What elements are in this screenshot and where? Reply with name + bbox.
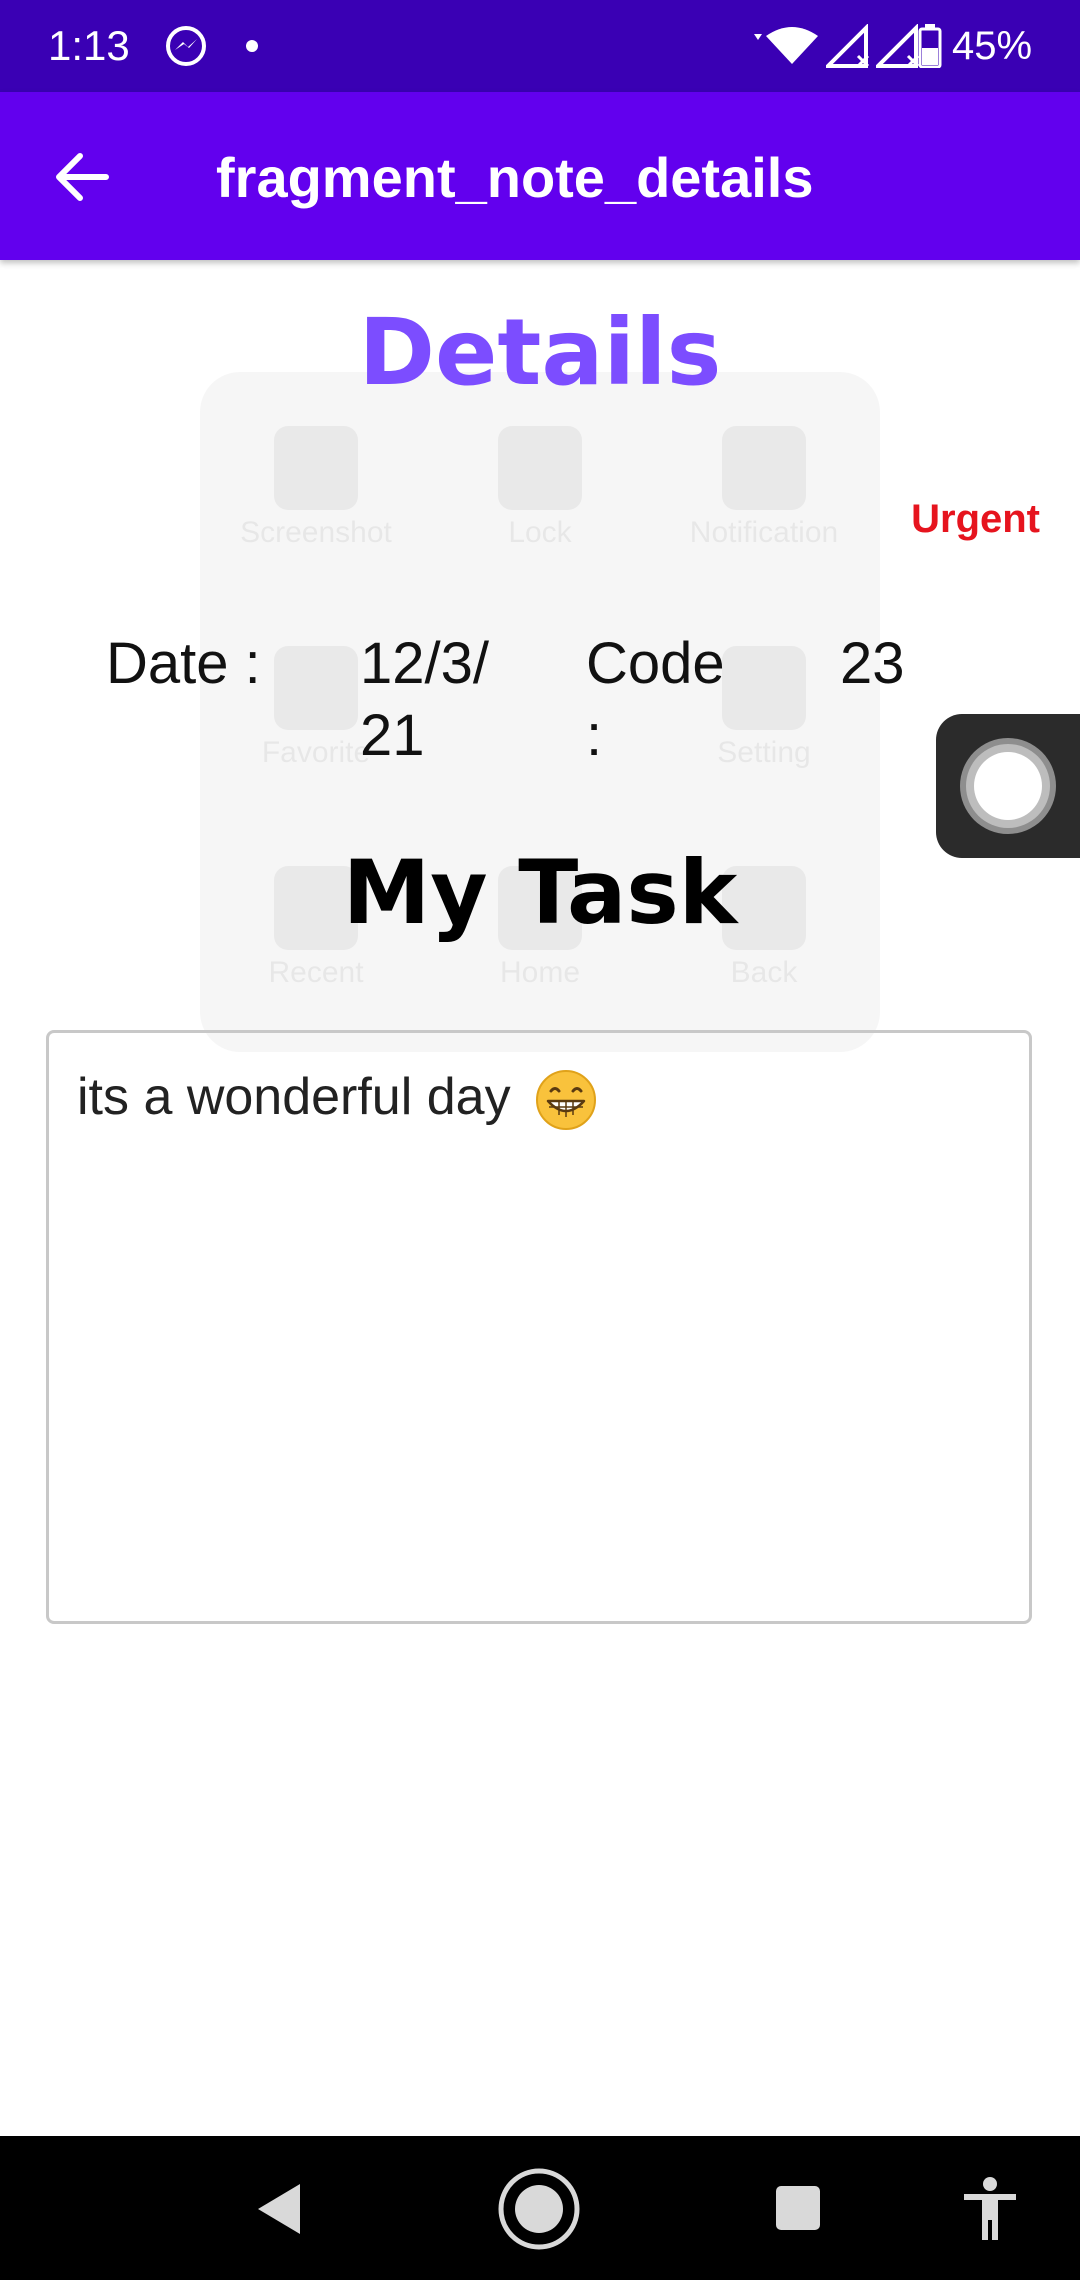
- date-value: 12/3/21: [360, 631, 489, 768]
- wifi-icon: [754, 27, 818, 64]
- ring-icon: [960, 738, 1056, 834]
- app-bar-title: fragment_note_details: [216, 146, 814, 209]
- code-label: Code :: [586, 631, 725, 768]
- date-label: Date :: [106, 631, 261, 696]
- note-content: its a wonderful day: [77, 1061, 597, 1133]
- accessibility-icon[interactable]: [960, 2176, 1020, 2242]
- overlay-item[interactable]: Lock: [435, 426, 645, 550]
- assistive-touch-button[interactable]: [936, 714, 1080, 858]
- notification-dot: [246, 40, 258, 52]
- app-bar: fragment_note_details: [0, 92, 1080, 260]
- battery-percentage: 45%: [952, 24, 1033, 68]
- task-title: My Task: [342, 841, 738, 944]
- home-circle-icon[interactable]: [496, 2166, 582, 2252]
- status-bar: 1:13 45%: [0, 0, 1080, 92]
- code-value: 23: [840, 631, 905, 696]
- system-nav-bar: [0, 2136, 1080, 2280]
- overlay-item[interactable]: Notification: [659, 426, 869, 550]
- grinning-face-emoji-icon: [536, 1070, 597, 1131]
- signal-icon: [826, 24, 870, 68]
- status-time: 1:13: [48, 22, 130, 69]
- recents-square-icon[interactable]: [774, 2184, 822, 2232]
- messenger-icon: [166, 26, 206, 66]
- signal-icon: [876, 24, 920, 68]
- arrow-left-icon[interactable]: [54, 152, 110, 202]
- details-heading: Details: [358, 299, 722, 406]
- note-text-field[interactable]: its a wonderful day: [46, 1030, 1032, 1624]
- priority-label: Urgent: [911, 497, 1040, 541]
- note-text: its a wonderful day: [77, 1068, 511, 1126]
- back-triangle-icon[interactable]: [254, 2182, 304, 2236]
- overlay-item[interactable]: Screenshot: [211, 426, 421, 550]
- assistive-menu-overlay: Screenshot Lock Notification Favorite Se…: [200, 372, 880, 1052]
- battery-icon: [918, 24, 942, 68]
